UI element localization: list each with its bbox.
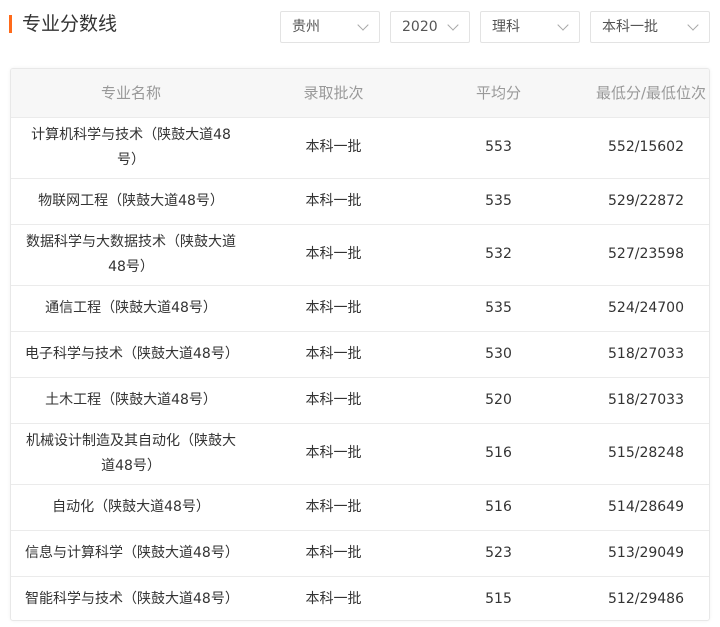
- cell-batch: 本科一批: [251, 331, 416, 378]
- cell-average: 516: [416, 484, 581, 531]
- table-row: 自动化（陕鼓大道48号） 本科一批 516 514/28649: [11, 484, 709, 531]
- page-header: 专业分数线 贵州 2020 理科 本科一批: [0, 0, 720, 50]
- cell-major: 数据科学与大数据技术（陕鼓大道48号）: [11, 224, 251, 286]
- table-row: 电子科学与技术（陕鼓大道48号） 本科一批 530 518/27033: [11, 331, 709, 378]
- batch-select[interactable]: 本科一批: [590, 11, 710, 43]
- cell-batch: 本科一批: [251, 423, 416, 485]
- cell-average: 530: [416, 331, 581, 378]
- cell-min-score-rank: 518/27033: [581, 331, 709, 378]
- cell-average: 535: [416, 178, 581, 225]
- table-row: 信息与计算科学（陕鼓大道48号） 本科一批 523 513/29049: [11, 530, 709, 577]
- cell-average: 535: [416, 285, 581, 332]
- cell-major: 机械设计制造及其自动化（陕鼓大道48号）: [11, 423, 251, 485]
- chevron-down-icon: [357, 19, 369, 31]
- cell-batch: 本科一批: [251, 530, 416, 577]
- cell-major: 土木工程（陕鼓大道48号）: [11, 377, 251, 424]
- cell-average: 516: [416, 423, 581, 485]
- subject-select-value: 理科: [492, 19, 520, 35]
- cell-major: 信息与计算科学（陕鼓大道48号）: [11, 530, 251, 577]
- batch-select-value: 本科一批: [602, 19, 658, 35]
- cell-major: 智能科学与技术（陕鼓大道48号）: [25, 590, 239, 607]
- cell-batch: 本科一批: [251, 117, 416, 179]
- cell-min-score-rank: 514/28649: [581, 484, 709, 531]
- table-row: 数据科学与大数据技术（陕鼓大道48号） 本科一批 532 527/23598: [11, 224, 709, 286]
- cell-min-score-rank: 529/22872: [581, 178, 709, 225]
- column-header-min-score-rank: 最低分/最低位次: [581, 69, 709, 118]
- cell-average: 515: [485, 590, 512, 607]
- cell-min-score-rank: 518/27033: [581, 377, 709, 424]
- cell-major: 计算机科学与技术（陕鼓大道48号）: [11, 117, 251, 179]
- table-header-row: 专业名称 录取批次 平均分 最低分/最低位次: [11, 69, 709, 118]
- table-row: 智能科学与技术（陕鼓大道48号） 本科一批 515 512/29486: [11, 576, 709, 620]
- table-row: 物联网工程（陕鼓大道48号） 本科一批 535 529/22872: [11, 178, 709, 225]
- chevron-down-icon: [557, 19, 569, 31]
- cell-batch: 本科一批: [305, 590, 362, 607]
- score-table: 专业名称 录取批次 平均分 最低分/最低位次 计算机科学与技术（陕鼓大道48号）…: [11, 69, 709, 620]
- province-select[interactable]: 贵州: [280, 11, 380, 43]
- column-header-average: 平均分: [416, 69, 581, 118]
- chevron-down-icon: [447, 19, 459, 31]
- cell-batch: 本科一批: [251, 178, 416, 225]
- column-header-batch: 录取批次: [251, 69, 416, 118]
- cell-batch: 本科一批: [251, 285, 416, 332]
- cell-min-score-rank: 512/29486: [608, 590, 684, 607]
- cell-min-score-rank: 524/24700: [581, 285, 709, 332]
- cell-average: 553: [416, 117, 581, 179]
- cell-min-score-rank: 527/23598: [581, 224, 709, 286]
- cell-batch: 本科一批: [251, 484, 416, 531]
- province-select-value: 贵州: [292, 19, 320, 35]
- page-title: 专业分数线: [22, 13, 118, 35]
- cell-major: 电子科学与技术（陕鼓大道48号）: [11, 331, 251, 378]
- cell-average: 532: [416, 224, 581, 286]
- year-select[interactable]: 2020: [390, 11, 470, 43]
- table-row: 计算机科学与技术（陕鼓大道48号） 本科一批 553 552/15602: [11, 117, 709, 179]
- cell-average: 523: [416, 530, 581, 577]
- year-select-value: 2020: [402, 19, 438, 35]
- table-row: 通信工程（陕鼓大道48号） 本科一批 535 524/24700: [11, 285, 709, 332]
- cell-batch: 本科一批: [251, 224, 416, 286]
- cell-min-score-rank: 552/15602: [581, 117, 709, 179]
- score-table-container: 专业名称 录取批次 平均分 最低分/最低位次 计算机科学与技术（陕鼓大道48号）…: [10, 68, 710, 621]
- chevron-down-icon: [687, 19, 699, 31]
- cell-min-score-rank: 513/29049: [581, 530, 709, 577]
- cell-major: 自动化（陕鼓大道48号）: [11, 484, 251, 531]
- title-accent-bar: [9, 15, 12, 33]
- cell-min-score-rank: 515/28248: [581, 423, 709, 485]
- cell-major: 通信工程（陕鼓大道48号）: [11, 285, 251, 332]
- cell-major: 物联网工程（陕鼓大道48号）: [11, 178, 251, 225]
- cell-batch: 本科一批: [251, 377, 416, 424]
- table-row: 机械设计制造及其自动化（陕鼓大道48号） 本科一批 516 515/28248: [11, 423, 709, 485]
- subject-select[interactable]: 理科: [480, 11, 580, 43]
- cell-average: 520: [416, 377, 581, 424]
- column-header-major: 专业名称: [11, 69, 251, 118]
- table-row: 土木工程（陕鼓大道48号） 本科一批 520 518/27033: [11, 377, 709, 424]
